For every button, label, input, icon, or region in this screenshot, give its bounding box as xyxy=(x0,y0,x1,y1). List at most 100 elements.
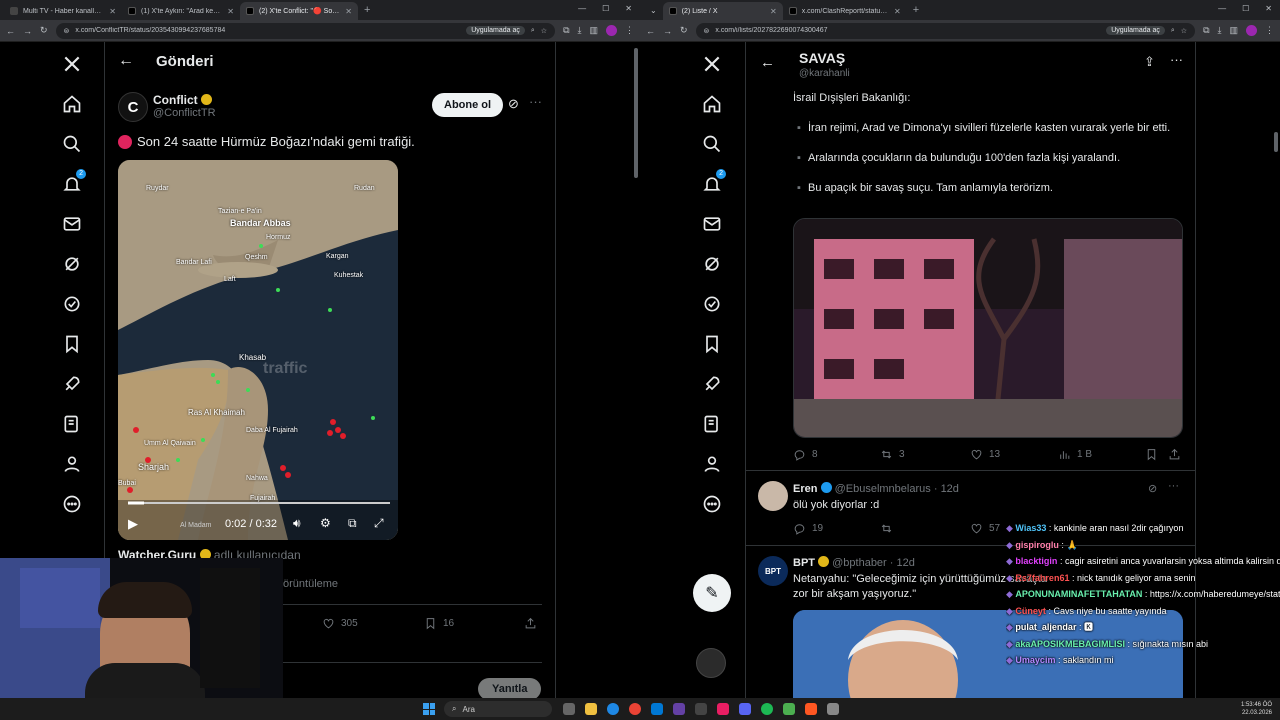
more-dots-icon[interactable]: ··· xyxy=(1168,480,1179,492)
minimize-icon[interactable]: — xyxy=(1218,4,1226,13)
site-info-icon[interactable]: ⊜ xyxy=(704,27,710,35)
back-icon[interactable]: ← xyxy=(6,26,15,36)
chat-username[interactable]: gispiroglu xyxy=(1015,540,1059,550)
edge-icon[interactable] xyxy=(607,703,619,715)
like-button[interactable]: 57 xyxy=(970,522,1000,535)
share-button[interactable] xyxy=(1168,448,1181,461)
chat-username[interactable]: Rs7fahren61 xyxy=(1015,573,1069,583)
tab-multitv[interactable]: Multi TV - Haber kanallarını ay...✕ xyxy=(4,2,122,20)
account-avatar[interactable] xyxy=(696,648,726,678)
download-icon[interactable]: ⤓ xyxy=(1218,25,1222,36)
zoom-icon[interactable]: ⌕ xyxy=(1171,27,1175,35)
menu-dots-icon[interactable]: ⋮ xyxy=(625,25,634,36)
maximize-icon[interactable]: ☐ xyxy=(602,4,609,13)
tab-conflict[interactable]: (2) X'te Conflict: "🔴 Son 24 sa...✕ xyxy=(240,2,358,20)
more-icon[interactable] xyxy=(52,484,92,524)
fullscreen-icon[interactable]: ⤢ xyxy=(374,516,384,531)
chat-username[interactable]: Umaycim xyxy=(1015,655,1055,665)
minimize-icon[interactable]: — xyxy=(578,4,586,13)
grok-icon[interactable] xyxy=(52,244,92,284)
back-arrow-icon[interactable]: ← xyxy=(118,52,134,70)
close-icon[interactable]: ✕ xyxy=(109,7,116,16)
rocket-icon[interactable] xyxy=(52,364,92,404)
share-icon[interactable]: ⇪ xyxy=(1144,54,1155,70)
new-tab-icon[interactable]: + xyxy=(907,4,925,16)
taskbar-search[interactable]: ⌕ Ara xyxy=(444,701,552,717)
more-dots-icon[interactable]: ··· xyxy=(529,94,542,109)
like-button[interactable]: 305 xyxy=(322,617,358,630)
file-explorer-icon[interactable] xyxy=(585,703,597,715)
profile-icon[interactable] xyxy=(692,444,732,484)
download-icon[interactable]: ⤓ xyxy=(578,25,582,36)
back-icon[interactable]: ← xyxy=(646,26,655,36)
like-button[interactable]: 13 xyxy=(970,448,1000,461)
more-icon[interactable] xyxy=(692,484,732,524)
compose-post-button[interactable]: ✎ xyxy=(693,574,731,612)
pip-icon[interactable]: ⧉ xyxy=(348,516,357,531)
forward-icon[interactable]: → xyxy=(663,26,672,36)
star-icon[interactable]: ☆ xyxy=(541,27,547,35)
chat-username[interactable]: blacktigin xyxy=(1015,556,1057,566)
author-handle[interactable]: @ConflictTR xyxy=(153,107,216,119)
clock[interactable]: 1:53:46 ÖÖ 22.03.2026 xyxy=(1241,701,1272,717)
avatar[interactable]: BPT xyxy=(758,556,788,586)
volume-icon[interactable]: 🔊︎ xyxy=(293,516,301,531)
app-icon[interactable] xyxy=(717,703,729,715)
bookmark-button[interactable] xyxy=(1145,448,1158,461)
sidepanel-icon[interactable]: ▥ xyxy=(1229,25,1238,36)
follow-button[interactable]: Abone ol xyxy=(432,93,504,117)
avatar[interactable]: C xyxy=(118,92,148,122)
reply-button[interactable]: Yanıtla xyxy=(478,678,542,698)
reload-icon[interactable]: ↻ xyxy=(40,25,48,36)
sidepanel-icon[interactable]: ▥ xyxy=(589,25,598,36)
play-icon[interactable]: ▶ xyxy=(128,516,138,532)
author-name[interactable]: Conflict xyxy=(153,93,198,107)
share-button[interactable] xyxy=(524,617,537,630)
search-icon[interactable] xyxy=(692,124,732,164)
notifications-icon[interactable]: 2 xyxy=(52,164,92,204)
x-logo-icon[interactable] xyxy=(692,44,732,84)
grok-explain-icon[interactable]: ⊘ xyxy=(1148,482,1157,495)
chat-username[interactable]: akaAPOSIKMEBAGIMLISI xyxy=(1015,639,1125,649)
zoom-icon[interactable]: ⌕ xyxy=(531,27,535,35)
back-arrow-icon[interactable]: ← xyxy=(760,54,775,71)
chat-username[interactable]: Wias33 xyxy=(1015,523,1046,533)
site-info-icon[interactable]: ⊜ xyxy=(64,27,70,35)
avatar[interactable] xyxy=(758,481,788,511)
app-icon[interactable] xyxy=(651,703,663,715)
reply-button[interactable]: 19 xyxy=(793,522,823,535)
app-icon[interactable] xyxy=(827,703,839,715)
chat-username[interactable]: pulat_aljendar xyxy=(1015,622,1076,632)
search-icon[interactable] xyxy=(52,124,92,164)
app-icon[interactable] xyxy=(783,703,795,715)
rocket-icon[interactable] xyxy=(692,364,732,404)
settings-gear-icon[interactable]: ⚙ xyxy=(320,516,331,530)
articles-icon[interactable] xyxy=(52,404,92,444)
close-window-icon[interactable]: ✕ xyxy=(1265,4,1272,13)
scrollbar[interactable] xyxy=(634,48,638,178)
discord-icon[interactable] xyxy=(739,703,751,715)
close-icon[interactable]: ✕ xyxy=(770,7,777,16)
repost-button[interactable]: 3 xyxy=(880,448,905,461)
close-icon[interactable]: ✕ xyxy=(345,7,352,16)
bookmark-button[interactable]: 16 xyxy=(424,617,454,630)
profile-avatar[interactable] xyxy=(606,25,617,36)
url-field[interactable]: ⊜ x.com/i/lists/2027822690074300467 Uygu… xyxy=(695,22,1196,39)
chat-username[interactable]: APONUNAMINAFETTAHATAN xyxy=(1015,589,1142,599)
start-icon[interactable] xyxy=(423,703,435,715)
extensions-icon[interactable]: ⧉ xyxy=(563,25,569,36)
chrome-icon[interactable] xyxy=(629,703,641,715)
articles-icon[interactable] xyxy=(692,404,732,444)
taskview-icon[interactable] xyxy=(563,703,575,715)
verified-orgs-icon[interactable] xyxy=(692,284,732,324)
tab-list[interactable]: (2) Liste / X ✕ xyxy=(662,2,783,20)
more-dots-icon[interactable]: ··· xyxy=(1170,52,1183,67)
views-button[interactable]: 1 B xyxy=(1058,448,1092,461)
notifications-icon[interactable]: 2 xyxy=(692,164,732,204)
tab-search-icon[interactable]: ⌄ xyxy=(644,6,663,15)
bookmarks-icon[interactable] xyxy=(52,324,92,364)
grok-explain-icon[interactable]: ⊘ xyxy=(508,96,519,112)
home-icon[interactable] xyxy=(52,84,92,124)
tab-clashreport[interactable]: x.com/ClashReportt/status/20...✕ xyxy=(783,2,907,20)
reload-icon[interactable]: ↻ xyxy=(680,25,688,36)
